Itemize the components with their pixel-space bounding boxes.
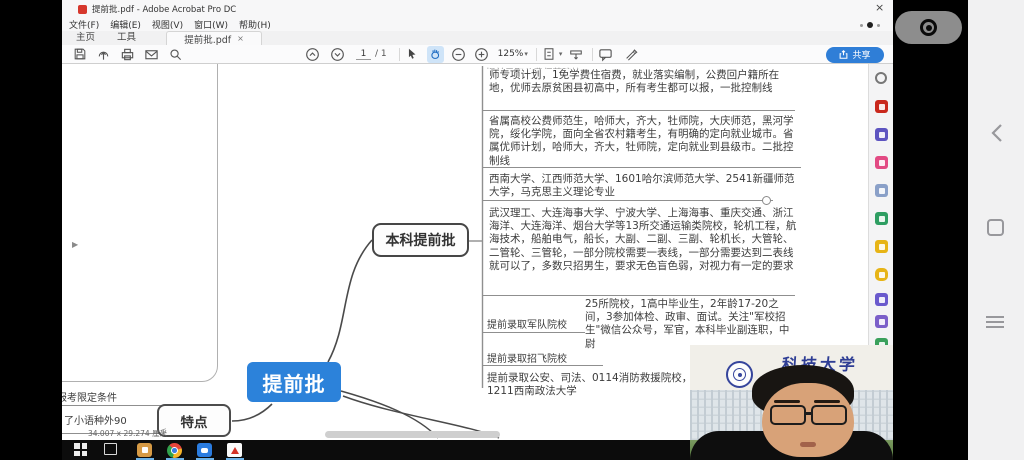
horizontal-scrollbar-thumb[interactable]	[325, 431, 500, 438]
zoom-caret-icon[interactable]: ▾	[524, 50, 528, 58]
underline-b1	[483, 110, 795, 111]
record-icon	[920, 19, 937, 36]
back-icon[interactable]	[990, 122, 1004, 144]
tab-bar: 主页 工具 提前批.pdf ×	[62, 31, 893, 45]
page-total-label: / 1	[375, 49, 387, 59]
hand-tool-icon[interactable]	[427, 46, 444, 63]
left-box-text: 了小语种外90	[64, 412, 127, 427]
previous-page-icon[interactable]	[304, 46, 321, 63]
search-tools-icon[interactable]	[875, 72, 887, 84]
recents-icon[interactable]	[986, 316, 1004, 328]
tab-tools[interactable]: 工具	[117, 29, 136, 43]
edit-pdf-icon[interactable]	[875, 128, 888, 141]
letterbox-right	[893, 0, 968, 460]
page-number-input[interactable]: 1	[356, 49, 371, 60]
presenter-eyebrow	[814, 400, 840, 403]
highlighter-icon[interactable]	[622, 46, 639, 63]
tab-close-icon[interactable]: ×	[237, 34, 244, 43]
overflow-dots-icon[interactable]	[860, 22, 880, 28]
screen-record-indicator[interactable]	[895, 11, 962, 44]
stamp-icon[interactable]	[875, 315, 888, 328]
share-box-arrow-icon	[839, 50, 848, 59]
select-tool-icon[interactable]	[404, 46, 421, 63]
underline-jundui	[483, 332, 585, 333]
combine-files-icon[interactable]	[875, 212, 888, 225]
presenter-eyebrow	[774, 400, 800, 403]
block-jundui-detail: 25所院校，1高中毕业生，2年龄17-20之间，3参加体检、政审、面试。关注"军…	[585, 298, 799, 351]
window-close-button[interactable]: ×	[875, 1, 884, 14]
page-fit-caret-icon[interactable]: ▾	[559, 50, 563, 58]
search-icon[interactable]	[167, 46, 184, 63]
block-shengshu-gongfei: 省属高校公费师范生，哈师大，齐大，牡师院，大庆师范，黑河学院，绥化学院，面向全省…	[489, 115, 799, 168]
label-zhaofei: 提前录取招飞院校	[487, 350, 567, 365]
block-gongfei-guojia: 师专项计划，1免学费住宿费，就业落实编制，公费回户籍所在地，优师去原贫困县初高中…	[489, 69, 795, 95]
left-note-text: 报考限定条件	[62, 389, 117, 404]
next-page-icon[interactable]	[329, 46, 346, 63]
print-icon[interactable]	[119, 46, 136, 63]
save-icon[interactable]	[71, 46, 88, 63]
start-button-icon[interactable]	[74, 443, 87, 456]
tab-document-label: 提前批.pdf	[184, 32, 231, 46]
fit-width-icon[interactable]	[567, 46, 584, 63]
fill-sign-icon[interactable]	[875, 240, 888, 253]
node-tedian: 特点	[157, 404, 231, 437]
email-icon[interactable]	[143, 46, 160, 63]
upload-share-icon[interactable]	[95, 46, 112, 63]
underline-zhaofei	[483, 365, 603, 366]
label-jundui: 提前录取军队院校	[487, 316, 567, 331]
presenter-glasses	[770, 405, 806, 425]
menu-view[interactable]: 视图(V)	[152, 18, 183, 31]
tab-home[interactable]: 主页	[76, 29, 95, 43]
collapse-handle-icon[interactable]	[762, 196, 771, 205]
node-tedian-label: 特点	[181, 411, 208, 431]
comment-icon[interactable]	[597, 46, 614, 63]
menu-bar: 文件(F) 编辑(E) 视图(V) 窗口(W) 帮助(H)	[62, 18, 893, 31]
block-makesi: 西南大学、江西师范大学、1601哈尔滨师范大学、2541新疆师范大学，马克思主义…	[489, 173, 799, 199]
underline-b3	[483, 200, 773, 201]
presenter-glasses	[811, 405, 847, 425]
organize-pages-icon[interactable]	[875, 156, 888, 169]
home-icon[interactable]	[987, 219, 1004, 236]
chrome-icon[interactable]	[167, 443, 182, 458]
app-icon-whiteboard[interactable]	[137, 443, 152, 457]
zoom-level-value[interactable]: 125%	[498, 49, 524, 59]
node-benke: 本科提前批	[372, 223, 469, 257]
task-view-icon[interactable]	[104, 443, 117, 455]
title-bar: 提前批.pdf - Adobe Acrobat Pro DC ×	[62, 0, 893, 18]
share-button[interactable]: 共享	[826, 47, 884, 63]
window-title: 提前批.pdf - Adobe Acrobat Pro DC	[92, 3, 236, 15]
certificates-icon[interactable]	[875, 293, 888, 306]
zoom-out-icon[interactable]	[450, 46, 467, 63]
node-benke-label: 本科提前批	[386, 230, 456, 250]
page-fit-icon[interactable]	[541, 46, 558, 63]
share-button-label: 共享	[852, 48, 870, 61]
underline-b4	[483, 295, 795, 296]
scroll-left-hint[interactable]: <	[160, 426, 167, 435]
tab-document[interactable]: 提前批.pdf ×	[166, 31, 262, 45]
node-root-label: 提前批	[263, 368, 326, 397]
block-hanghai: 武汉理工、大连海事大学、宁波大学、上海海事、重庆交通、浙江海洋、大连海洋、烟台大…	[489, 207, 797, 273]
request-signatures-icon[interactable]	[875, 184, 888, 197]
presenter-webcam[interactable]: 科技大学	[690, 345, 893, 460]
node-root: 提前批	[247, 362, 341, 402]
presenter-glasses-bridge	[805, 412, 812, 415]
zoom-in-icon[interactable]	[473, 46, 490, 63]
underline-b2	[483, 167, 801, 168]
menu-window[interactable]: 窗口(W)	[194, 18, 228, 31]
block-gongan: 提前录取公安、司法、0114消防救援院校，1211西南政法大学	[487, 372, 699, 398]
comment-tool-icon[interactable]	[875, 268, 888, 281]
presenter-mouth	[800, 442, 816, 447]
page-size-indicator: 34.007 x 29.274 厘米	[88, 428, 167, 439]
university-logo	[726, 361, 753, 388]
android-nav-bar	[968, 0, 1024, 460]
letterbox-left	[0, 0, 62, 460]
menu-help[interactable]: 帮助(H)	[239, 18, 271, 31]
app-icon-messenger[interactable]	[197, 443, 212, 457]
acrobat-app-icon	[78, 5, 87, 14]
main-toolbar: 1 / 1 125% ▾ ▾ 共享	[62, 45, 893, 64]
export-pdf-icon[interactable]	[875, 100, 888, 113]
acrobat-taskbar-icon[interactable]	[227, 443, 242, 457]
